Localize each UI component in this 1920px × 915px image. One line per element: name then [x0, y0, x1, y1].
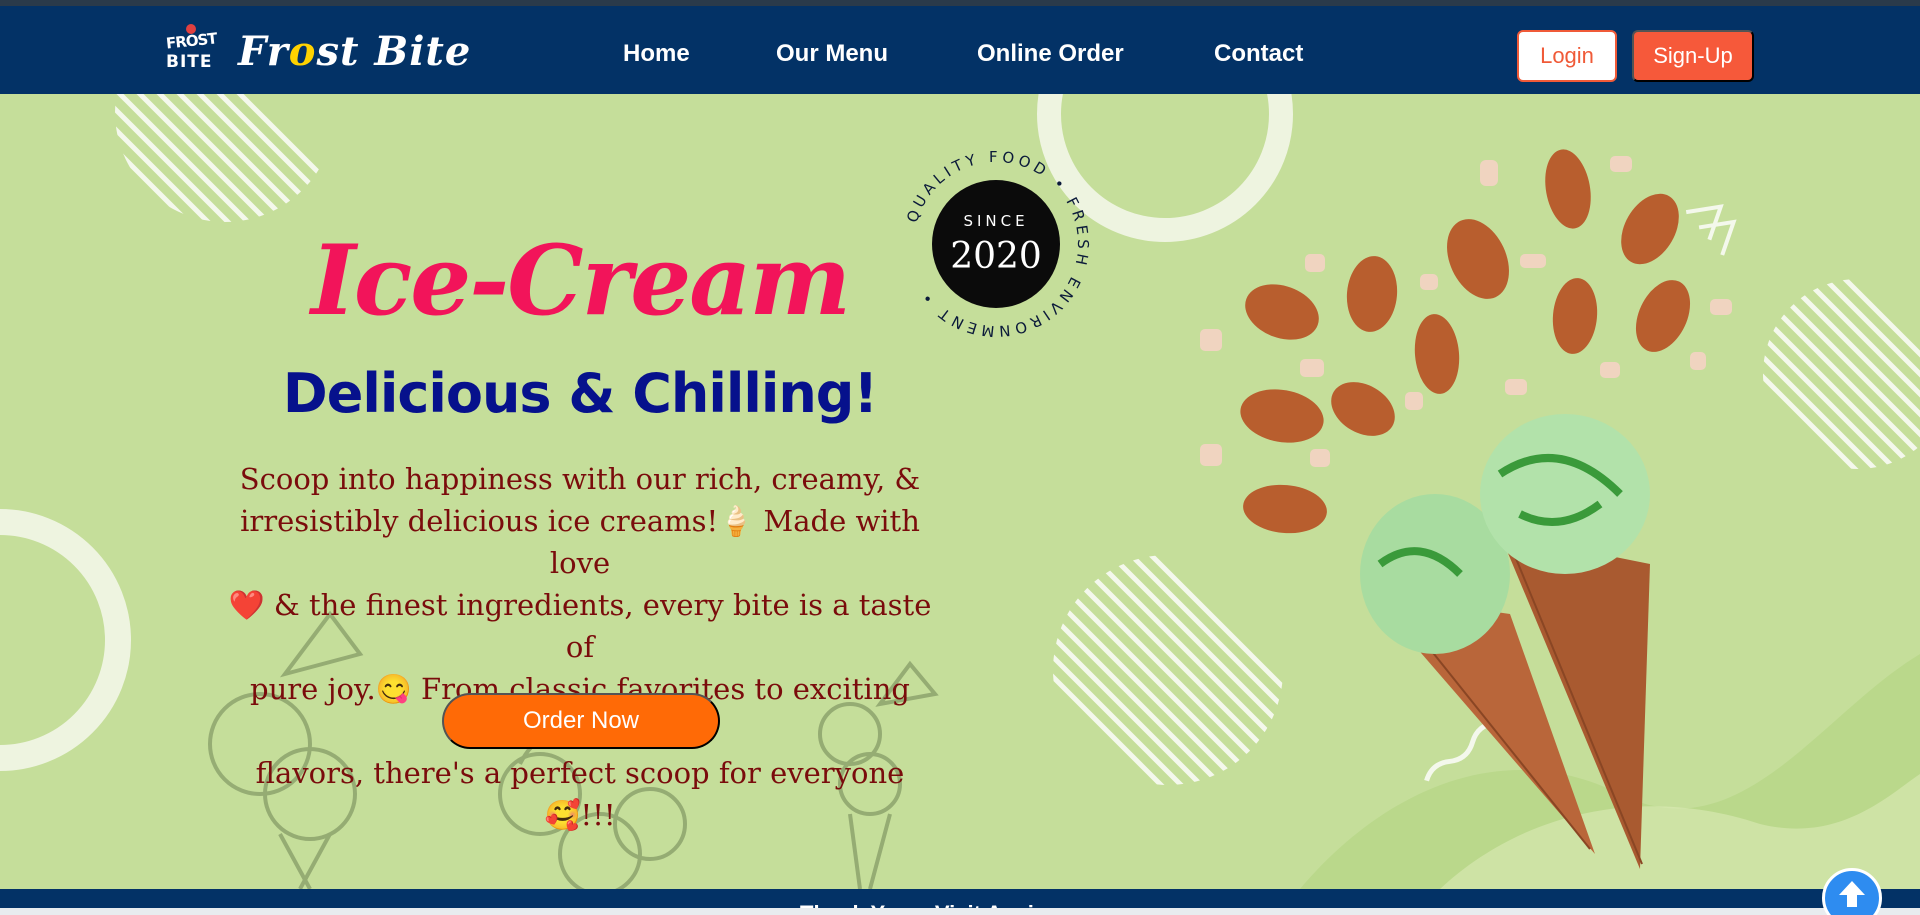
stamp-year: 2020 [950, 236, 1042, 277]
hero-description-line: irresistibly delicious ice creams!🍦 Made… [240, 504, 920, 580]
stamp-since: SINCE [963, 212, 1029, 230]
logo-badge-text-1: FROST [165, 29, 218, 53]
brand-name-accent: o [288, 28, 317, 75]
stripes-circle-top-left [115, 94, 335, 222]
signup-button[interactable]: Sign-Up [1632, 30, 1754, 82]
hero-description: Scoop into happiness with our rich, crea… [225, 458, 935, 836]
logo-badge[interactable]: FROST BITE [164, 24, 218, 78]
order-now-button[interactable]: Order Now [442, 693, 720, 749]
hero-subtitle: Delicious & Chilling! [282, 362, 878, 425]
hero-description-line: Scoop into happiness with our rich, crea… [239, 462, 921, 496]
hero-section: QUALITY FOOD • FRESH ENVIRONMENT • SINCE… [0, 94, 1920, 889]
hero-description-line: flavors, there's a perfect scoop for eve… [255, 756, 905, 832]
hero-description-line: ❤️ & the finest ingredients, every bite … [228, 588, 932, 664]
nav-online-order[interactable]: Online Order [977, 40, 1124, 68]
navbar: FROST BITE Frost Bite Home Our Menu Onli… [0, 6, 1920, 94]
stripes-circle-right [1763, 279, 1920, 469]
arrow-up-icon [1839, 881, 1865, 907]
scroll-to-top-button[interactable] [1822, 868, 1882, 915]
login-button[interactable]: Login [1517, 30, 1617, 82]
nav-home[interactable]: Home [623, 40, 690, 68]
hero-title: Ice-Cream [310, 224, 851, 337]
stamp-center: SINCE 2020 [932, 180, 1060, 308]
nav-our-menu[interactable]: Our Menu [776, 40, 888, 68]
ring-left [0, 509, 131, 771]
quality-food-stamp: QUALITY FOOD • FRESH ENVIRONMENT • SINCE… [896, 144, 1096, 344]
stripes-circle-center [1053, 555, 1283, 785]
squiggle-top-right [1685, 204, 1737, 256]
page-bottom-edge [0, 908, 1920, 915]
brand-name[interactable]: Frost Bite [238, 28, 471, 75]
brand-name-part1: Fr [238, 28, 289, 75]
logo-badge-text-2: BITE [166, 52, 213, 72]
nav-contact[interactable]: Contact [1214, 40, 1303, 68]
brand-name-part2: st Bite [316, 28, 472, 75]
